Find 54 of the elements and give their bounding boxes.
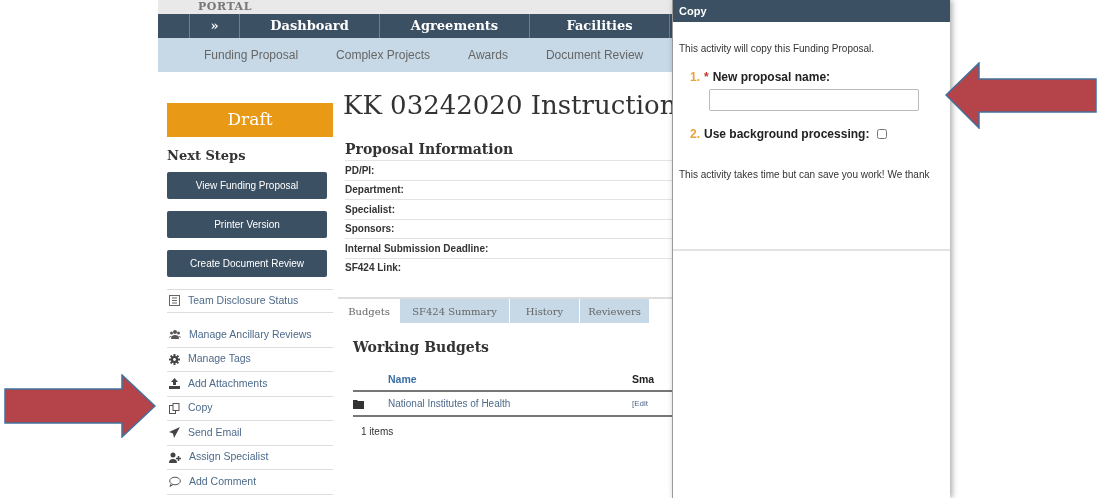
input-field[interactable] (709, 89, 919, 111)
column-header: Sma (632, 372, 655, 388)
required-mark: * (704, 69, 709, 86)
budget-link[interactable]: National Institutes of Health (388, 396, 632, 411)
comment-icon (169, 476, 181, 488)
tab[interactable]: History (510, 299, 580, 323)
edit-link[interactable]: [Edit (632, 397, 648, 410)
field-label: SF424 Link: (345, 261, 402, 276)
field-label: New proposal name: (712, 69, 831, 86)
field-label: Department: (345, 183, 404, 198)
nav-link[interactable]: Complex Projects (336, 46, 431, 64)
field-label: PD/PI: (345, 163, 375, 178)
activity-link[interactable]: Manage Tags (188, 351, 251, 368)
upload-icon (169, 378, 180, 390)
dialog-text: This activity takes time but can save you work! We thank (679, 168, 931, 182)
step-button[interactable]: Printer Version (167, 210, 327, 238)
dialog-title: Copy (673, 0, 950, 22)
field-label: Sponsors: (345, 222, 395, 237)
folder-icon (353, 398, 364, 409)
activity-link[interactable]: Add Attachments (188, 375, 268, 392)
step-button[interactable]: View Funding Proposal (167, 171, 327, 199)
tab[interactable]: Reviewers (580, 299, 650, 323)
activity-link[interactable]: Send Email (188, 424, 242, 441)
field-label: Use background processing: (704, 126, 870, 143)
activity-link[interactable]: Team Disclosure Status (188, 292, 299, 309)
list-icon (169, 295, 180, 307)
status-badge: Draft (167, 103, 333, 137)
tab[interactable]: SF424 Summary (400, 299, 510, 323)
field-label: Internal Submission Deadline: (345, 241, 489, 256)
activity-link[interactable]: Add Comment (189, 473, 257, 490)
activity-link[interactable]: Copy (188, 400, 213, 417)
dialog-text: This activity will copy this Funding Proposal. (679, 42, 876, 56)
add-user-icon (169, 451, 181, 463)
nav-link[interactable]: Document Review (545, 46, 644, 64)
activity-link[interactable]: Assign Specialist (189, 449, 269, 466)
section-heading: Proposal Information (345, 140, 515, 159)
people-icon (169, 329, 181, 341)
nav-link[interactable]: Awards (468, 46, 508, 64)
paper-plane-icon (169, 427, 180, 439)
nav-link[interactable]: Funding Proposal (204, 46, 299, 64)
step-button[interactable]: Create Document Review (167, 249, 327, 277)
checkbox[interactable] (877, 129, 888, 139)
step-number: 2. (690, 126, 700, 143)
item-count: 1 items (361, 425, 395, 439)
copy-icon (169, 402, 180, 414)
activity-link[interactable]: Manage Ancillary Reviews (189, 326, 312, 343)
field-label: Specialist: (345, 202, 396, 217)
next-steps-heading: Next Steps (167, 147, 247, 165)
column-header: Name (388, 372, 418, 388)
gear-icon (169, 353, 180, 365)
page-title: KK 03242020 Instruction (343, 89, 677, 122)
portal-title: PORTAL (198, 1, 252, 13)
step-number: 1. (690, 69, 700, 86)
section-heading: Working Budgets (353, 338, 490, 357)
